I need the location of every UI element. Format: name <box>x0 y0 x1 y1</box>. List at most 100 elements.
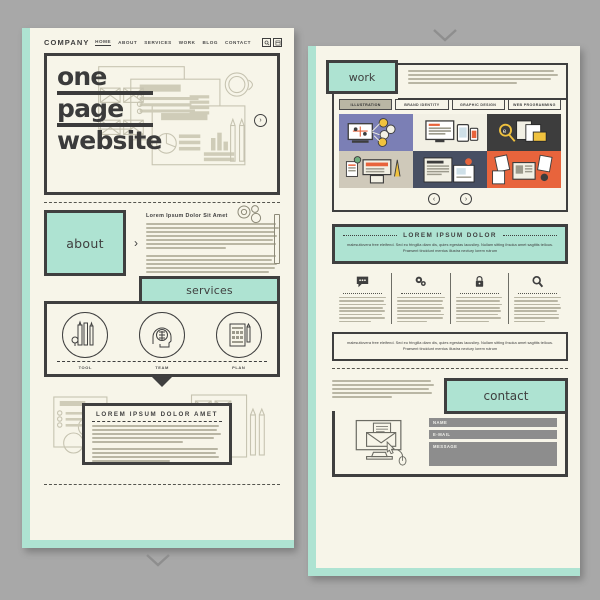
work-filter-tabs: ILLUSTRATION BRAND IDENTITY GRAPHIC DESI… <box>339 99 561 110</box>
work-header: work <box>326 60 568 100</box>
section-divider-2 <box>44 484 280 485</box>
mint-banner-title: LOREM IPSUM DOLOR <box>403 232 497 239</box>
thumb-web-layouts[interactable] <box>413 151 487 188</box>
work-filter-illustration[interactable]: ILLUSTRATION <box>339 99 393 110</box>
nav-item-services[interactable]: SERVICES <box>144 40 172 45</box>
hero-banner: one page website › <box>44 53 280 195</box>
work-filter-brand-identity[interactable]: BRAND IDENTITY <box>395 99 449 110</box>
about-section: about › Lorem Ipsum Dolor Sit Amet <box>44 205 280 276</box>
thumb-search-files[interactable]: e <box>487 114 561 151</box>
contact-field-email[interactable]: E-MAIL <box>429 429 557 439</box>
work-panel: ILLUSTRATION BRAND IDENTITY GRAPHIC DESI… <box>332 94 568 212</box>
menu-icon[interactable] <box>273 38 282 47</box>
thumb-global-network[interactable] <box>339 114 413 151</box>
feature-column-2 <box>391 272 449 324</box>
panel-notch-decor <box>151 374 173 387</box>
thumb-responsive-devices[interactable] <box>413 114 487 151</box>
pencil-icon-decor <box>274 214 280 264</box>
services-dashed-rule <box>57 361 267 362</box>
feature-dots-3 <box>459 292 499 294</box>
work-filter-graphic-design[interactable]: GRAPHIC DESIGN <box>451 99 505 110</box>
service-label-tool: TOOL <box>78 365 93 370</box>
work-filter-web-programming[interactable]: WEB PROGRAMMING <box>507 99 561 110</box>
page-two: work ILLUSTRATION BRAND IDENTITY GRAPHIC… <box>308 46 580 576</box>
contact-note-text <box>332 379 436 398</box>
brand-logo[interactable]: COMPANY <box>44 38 89 47</box>
gears-icon <box>397 273 444 290</box>
work-intro-text <box>408 70 560 84</box>
desktop-envelope-icon <box>355 419 407 466</box>
hero-line-2: page <box>57 94 124 123</box>
section-divider-3 <box>332 367 568 369</box>
lock-icon <box>456 273 503 290</box>
about-arrow-icon: › <box>134 236 138 250</box>
about-text-block: Lorem Ipsum Dolor Sit Amet <box>146 205 280 275</box>
services-labels: TOOL TEAM PLAN <box>47 365 277 370</box>
poster-stage: COMPANY HOME ABOUT SERVICES WORK BLOG CO… <box>0 0 600 600</box>
contact-panel: NAME E-MAIL MESSAGE <box>332 410 568 477</box>
nav-item-contact[interactable]: CONTACT <box>225 40 251 45</box>
drafting-tools-icon[interactable] <box>62 312 109 358</box>
thumb-tablet-reading[interactable] <box>487 151 561 188</box>
service-label-plan: PLAN <box>232 365 246 370</box>
mint-banner: LOREM IPSUM DOLOR malesuticvera free ele… <box>332 224 568 264</box>
contact-form: NAME E-MAIL MESSAGE <box>429 417 557 466</box>
banner-dot-right <box>502 235 557 236</box>
feature-dots-4 <box>517 292 557 294</box>
search-icon[interactable] <box>262 38 271 47</box>
svg-text:e: e <box>503 128 507 135</box>
mint-banner-text: malesuticvera free eleifend. Sed eu frin… <box>346 242 553 254</box>
document-plan-icon[interactable] <box>215 312 262 358</box>
about-paragraph-1 <box>146 223 280 249</box>
nav-item-blog[interactable]: BLOG <box>203 40 218 45</box>
hero-heading: one page website <box>57 62 163 155</box>
nav-item-work[interactable]: WORK <box>179 40 196 45</box>
outlined-text: malesuticvera free eleifend. Sed eu frin… <box>346 340 553 352</box>
services-icon-row <box>47 304 277 358</box>
feature-card: LOREM IPSUM DOLOR AMET <box>82 403 232 465</box>
nav-item-home[interactable]: HOME <box>95 39 112 46</box>
thumb-workspace-desk[interactable] <box>339 151 413 188</box>
feature-text-2 <box>397 296 445 323</box>
main-nav: HOME ABOUT SERVICES WORK BLOG CONTACT <box>95 38 282 47</box>
header-buttons <box>262 38 282 47</box>
feature-column-3 <box>449 272 508 324</box>
banner-dot-left <box>343 235 398 236</box>
outlined-text-box: malesuticvera free eleifend. Sed eu frin… <box>332 332 568 361</box>
contact-tab[interactable]: contact <box>444 377 568 414</box>
magnifier-icon <box>514 273 561 290</box>
services-tab[interactable]: services <box>139 276 280 301</box>
feature-card-paragraph-1 <box>92 425 222 443</box>
feature-column-4 <box>507 272 566 324</box>
portfolio-grid: e <box>339 114 561 188</box>
work-intro-block <box>398 63 568 100</box>
work-tab[interactable]: work <box>326 60 398 94</box>
nav-item-about[interactable]: ABOUT <box>118 40 137 45</box>
feature-column-1 <box>334 273 391 324</box>
feature-columns <box>334 272 566 324</box>
feature-text-3 <box>455 296 503 323</box>
contact-header: contact <box>332 377 568 414</box>
speech-bubble-icon <box>339 273 386 290</box>
about-tab[interactable]: about <box>44 210 126 276</box>
carousel-prev-button[interactable]: ‹ <box>428 193 440 205</box>
brain-head-icon[interactable] <box>138 312 185 358</box>
hero-line-3: website <box>57 126 163 155</box>
portfolio-carousel-controls: ‹ › <box>339 188 561 206</box>
carousel-next-button[interactable]: › <box>460 193 472 205</box>
page-one: COMPANY HOME ABOUT SERVICES WORK BLOG CO… <box>22 28 294 548</box>
chevron-down-icon-bottom[interactable] <box>145 553 171 567</box>
services-panel: TOOL TEAM PLAN <box>44 301 280 387</box>
contact-field-message[interactable]: MESSAGE <box>429 441 557 466</box>
section-divider-1 <box>44 202 280 203</box>
site-header: COMPANY HOME ABOUT SERVICES WORK BLOG CO… <box>30 28 294 53</box>
service-label-team: TEAM <box>155 365 169 370</box>
chevron-down-icon-top[interactable] <box>432 28 458 42</box>
feature-art-panel: LOREM IPSUM DOLOR AMET <box>44 391 280 477</box>
hero-line-1: one <box>57 62 107 91</box>
feature-dots-2 <box>401 292 441 294</box>
feature-text-4 <box>513 296 561 323</box>
hero-next-button[interactable]: › <box>254 114 267 127</box>
contact-field-name[interactable]: NAME <box>429 417 557 427</box>
feature-card-paragraph-2 <box>92 448 222 462</box>
